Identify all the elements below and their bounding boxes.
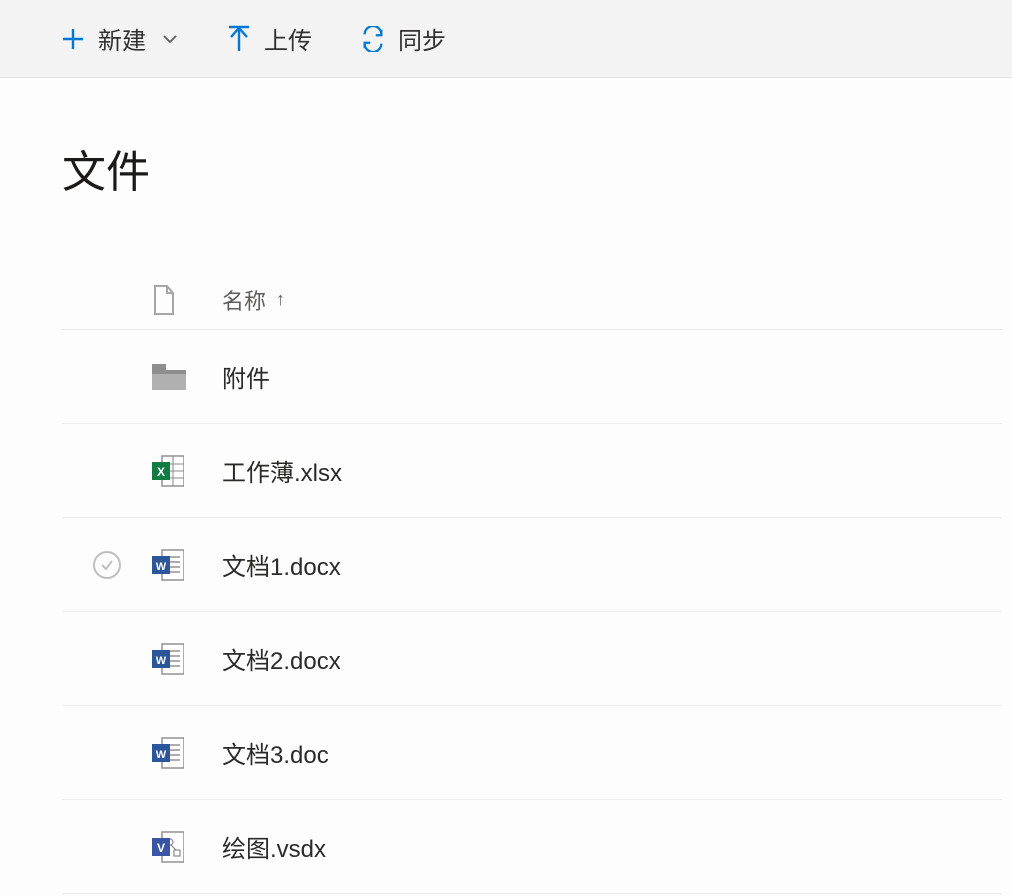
file-list: 名称 ↑ 附件 X 工作薄.xlsx	[62, 270, 1002, 894]
plus-icon	[60, 26, 86, 52]
word-icon: W	[152, 548, 184, 582]
file-name[interactable]: 绘图.vsdx	[222, 829, 326, 864]
new-button-label: 新建	[98, 21, 146, 56]
name-column-header[interactable]: 名称 ↑	[222, 284, 285, 316]
name-column-label: 名称	[222, 284, 266, 316]
file-name[interactable]: 附件	[222, 359, 270, 394]
upload-icon	[226, 26, 252, 52]
upload-button-label: 上传	[264, 21, 312, 56]
page-title: 文件	[0, 78, 1012, 200]
file-name[interactable]: 文档2.docx	[222, 641, 341, 676]
svg-text:W: W	[156, 655, 167, 667]
sync-button[interactable]: 同步	[360, 21, 446, 56]
toolbar: 新建 上传 同步	[0, 0, 1012, 78]
chevron-down-icon	[162, 31, 178, 47]
list-item[interactable]: W 文档3.doc	[62, 706, 1002, 800]
list-item[interactable]: V 绘图.vsdx	[62, 800, 1002, 894]
file-name[interactable]: 文档1.docx	[222, 547, 341, 582]
file-type-icon: X	[152, 454, 222, 488]
type-column-header	[152, 285, 222, 315]
file-name[interactable]: 工作薄.xlsx	[222, 453, 342, 488]
visio-icon: V	[152, 830, 184, 864]
excel-icon: X	[152, 454, 184, 488]
word-icon: W	[152, 736, 184, 770]
svg-text:W: W	[156, 749, 167, 761]
list-item[interactable]: W 文档1.docx	[62, 518, 1002, 612]
list-item[interactable]: X 工作薄.xlsx	[62, 424, 1002, 518]
svg-text:W: W	[156, 561, 167, 573]
file-icon	[152, 285, 176, 315]
sync-icon	[360, 26, 386, 52]
file-type-icon: W	[152, 642, 222, 676]
folder-icon	[152, 364, 186, 390]
sort-ascending-icon: ↑	[276, 289, 285, 310]
new-button[interactable]: 新建	[60, 21, 178, 56]
word-icon: W	[152, 642, 184, 676]
file-type-icon: V	[152, 830, 222, 864]
file-name[interactable]: 文档3.doc	[222, 735, 329, 770]
file-type-icon	[152, 364, 222, 390]
list-header: 名称 ↑	[62, 270, 1002, 330]
list-item[interactable]: W 文档2.docx	[62, 612, 1002, 706]
sync-button-label: 同步	[398, 21, 446, 56]
upload-button[interactable]: 上传	[226, 21, 312, 56]
file-type-icon: W	[152, 736, 222, 770]
svg-text:V: V	[157, 841, 165, 855]
file-type-icon: W	[152, 548, 222, 582]
svg-text:X: X	[157, 465, 165, 479]
list-item[interactable]: 附件	[62, 330, 1002, 424]
row-select[interactable]	[62, 551, 152, 579]
